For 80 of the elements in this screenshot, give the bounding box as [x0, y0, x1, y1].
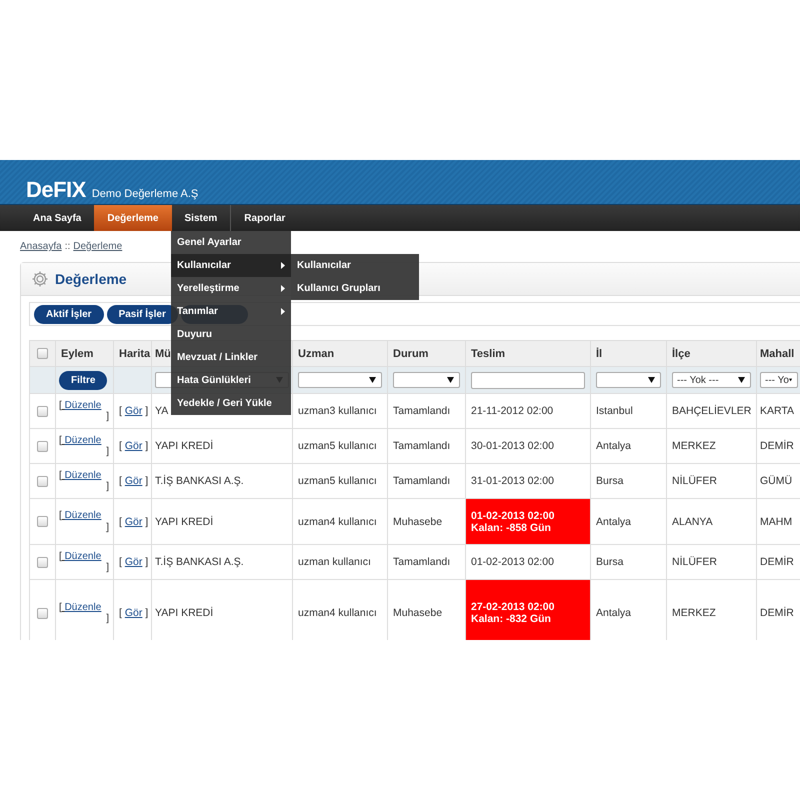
- filter-select[interactable]: [298, 372, 382, 388]
- column-header: Eylem: [56, 340, 114, 366]
- table-cell: Bursa: [590, 544, 666, 580]
- gear-icon: [31, 270, 49, 288]
- dropdown-caret-icon: [738, 377, 745, 383]
- menu-item[interactable]: Yedekle / Geri Yükle: [171, 392, 291, 415]
- filter-input[interactable]: [471, 372, 585, 388]
- table-cell: uzman kullanıcı: [292, 544, 388, 580]
- table-cell: T.İŞ BANKASI A.Ş.: [152, 544, 292, 580]
- column-header: Harita: [114, 340, 152, 366]
- nav-tab[interactable]: Raporlar: [231, 205, 298, 231]
- table-cell: Bursa: [590, 464, 666, 498]
- table-cell: Istanbul: [590, 394, 666, 428]
- deadline-date: 01-02-2013 02:00: [471, 556, 555, 568]
- row-checkbox[interactable]: [37, 556, 48, 568]
- table-cell: YAPI KREDİ: [152, 498, 292, 544]
- deadline-date: 30-01-2013 02:00: [471, 440, 555, 452]
- column-header: Uzman: [292, 340, 388, 366]
- table-cell: Tamamlandı: [388, 428, 466, 464]
- select-all-checkbox[interactable]: [37, 348, 48, 359]
- table-cell: Antalya: [590, 498, 666, 544]
- filter-select[interactable]: [393, 372, 460, 388]
- dropdown-caret-icon: [648, 377, 655, 383]
- remaining-days: Kalan: -858 Gün: [471, 522, 585, 534]
- table-cell: Antalya: [590, 428, 666, 464]
- table-cell: uzman3 kullanıcı: [292, 394, 388, 428]
- deadline-date: 01-02-2013 02:00: [471, 510, 556, 522]
- logo-text: DeFIX: [26, 179, 86, 201]
- table-cell: uzman5 kullanıcı: [292, 464, 388, 498]
- nav-tab[interactable]: Ana Sayfa: [20, 205, 94, 231]
- table-cell: Tamamlandı: [388, 394, 466, 428]
- table-cell: BAHÇELİEVLER: [666, 394, 756, 428]
- menu-item[interactable]: Genel Ayarlar: [171, 231, 291, 254]
- table-cell: uzman5 kullanıcı: [292, 428, 388, 464]
- menu-item[interactable]: Mevzuat / Linkler: [171, 346, 291, 369]
- table-cell: YAPI KREDİ: [152, 428, 292, 464]
- column-header: Teslim: [466, 340, 590, 366]
- filter-select[interactable]: [596, 372, 661, 388]
- filter-select[interactable]: --- Yo: [760, 372, 798, 388]
- dropdown-caret-icon: [447, 377, 454, 383]
- dropdown-caret-icon: [788, 377, 792, 383]
- view-link[interactable]: [ Gör ]: [119, 607, 148, 619]
- menu-item[interactable]: Kullanıcılar: [291, 254, 419, 277]
- column-header: İlçe: [666, 340, 756, 366]
- breadcrumb-link[interactable]: Değerleme: [73, 241, 122, 252]
- deadline-date: 27-02-2013 02:00: [471, 601, 556, 613]
- table-cell: MERKEZ: [666, 428, 756, 464]
- table-cell: NİLÜFER: [666, 464, 756, 498]
- nav-tab[interactable]: Değerleme: [94, 205, 172, 231]
- column-header: Mahall: [756, 340, 800, 366]
- menu-item[interactable]: Yerelleştirme: [171, 277, 291, 300]
- company-name: Demo Değerleme A.Ş: [92, 188, 198, 201]
- row-checkbox[interactable]: [37, 406, 48, 416]
- tab-button[interactable]: Aktif İşler: [34, 304, 104, 324]
- row-checkbox[interactable]: [37, 440, 48, 452]
- row-checkbox[interactable]: [37, 516, 48, 527]
- submenu-arrow-icon: [281, 285, 285, 292]
- deadline-date: 21-11-2012 02:00: [471, 405, 554, 417]
- remaining-days: Kalan: -832 Gün: [471, 613, 585, 625]
- table-cell: NİLÜFER: [666, 544, 756, 580]
- menu-item[interactable]: Kullanıcı Grupları: [291, 277, 419, 300]
- submenu-arrow-icon: [281, 262, 285, 269]
- table-cell: T.İŞ BANKASI A.Ş.: [152, 464, 292, 498]
- dropdown-caret-icon: [369, 377, 376, 383]
- panel-title: Değerleme: [55, 271, 127, 287]
- breadcrumb-link[interactable]: Anasayfa: [20, 241, 62, 252]
- deadline-date: 31-01-2013 02:00: [471, 475, 555, 487]
- filter-select[interactable]: --- Yok ---: [672, 372, 751, 388]
- submenu-arrow-icon: [281, 308, 285, 315]
- breadcrumb-separator: ::: [64, 241, 70, 252]
- table-cell: Tamamlandı: [388, 544, 466, 580]
- column-header: İl: [590, 340, 666, 366]
- row-checkbox[interactable]: [37, 608, 48, 618]
- table-cell: ALANYA: [666, 498, 756, 544]
- column-header: Durum: [388, 340, 466, 366]
- filter-button[interactable]: Filtre: [59, 370, 108, 390]
- row-checkbox[interactable]: [37, 476, 48, 486]
- table-cell: uzman4 kullanıcı: [292, 498, 388, 544]
- menu-item[interactable]: Kullanıcılar: [171, 254, 291, 277]
- table-cell: Tamamlandı: [388, 464, 466, 498]
